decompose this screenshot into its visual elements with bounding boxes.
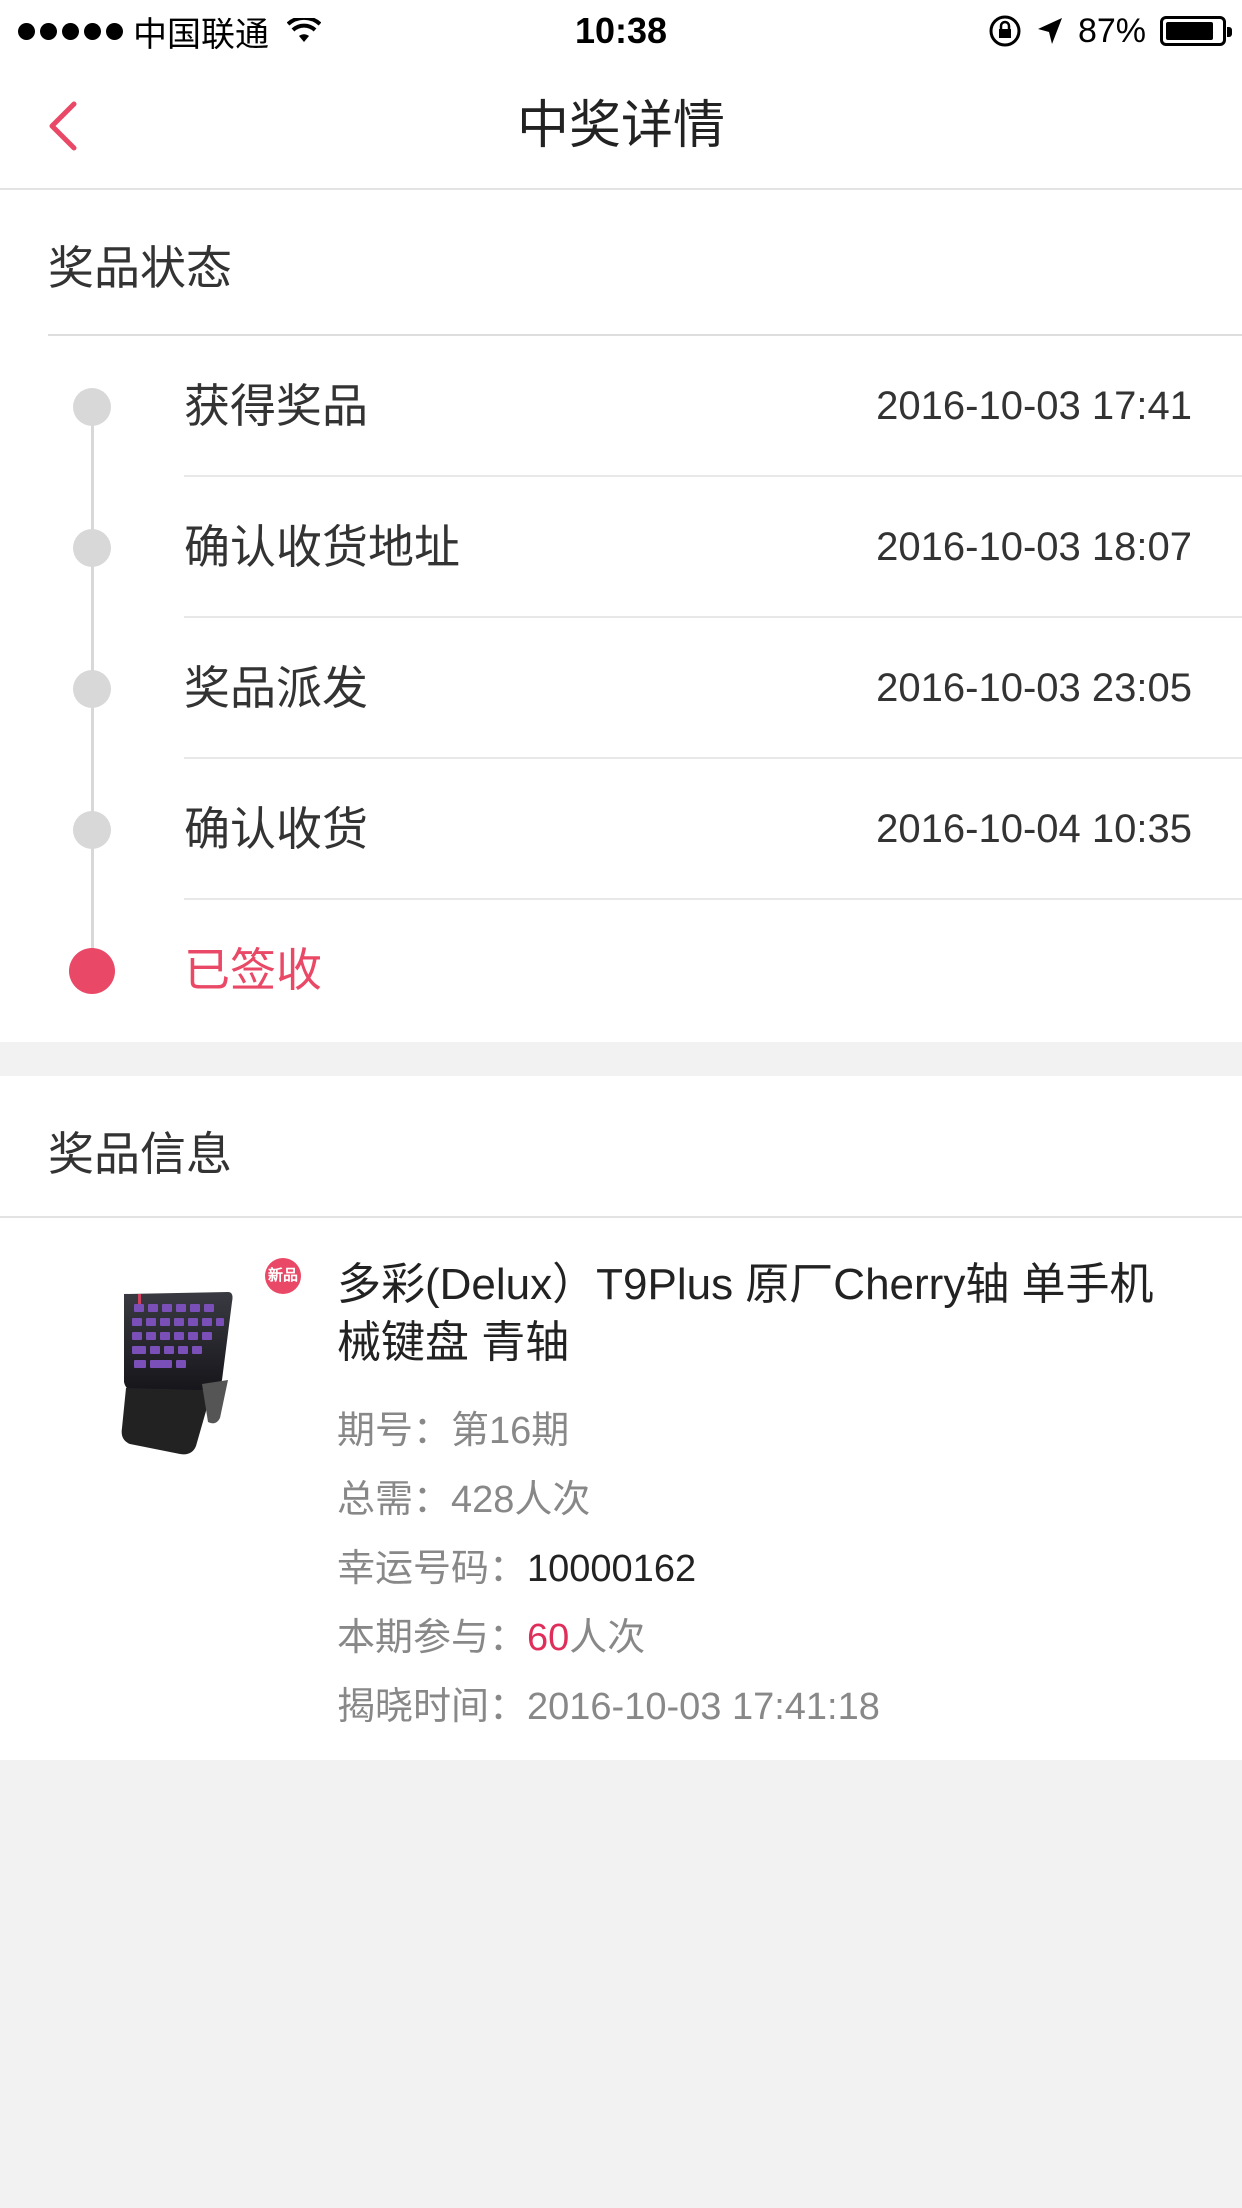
rotation-lock-icon: [989, 15, 1021, 47]
timeline-dot-icon: [73, 388, 111, 426]
timeline-dot-icon: [73, 529, 111, 567]
status-bar-right: 87%: [988, 8, 1232, 54]
participate-unit: 人次: [569, 1617, 646, 1659]
step-label: 确认收货地址: [184, 521, 460, 573]
reveal-label: 揭晓时间：: [337, 1686, 528, 1728]
prize-info-title: 奖品信息: [48, 1128, 232, 1180]
step-label: 确认收货: [184, 803, 368, 855]
navigation-bar: 中奖详情: [0, 62, 1242, 190]
reveal-time-value: 2016-10-03 17:41:18: [527, 1686, 880, 1728]
battery-percent: 87%: [1077, 11, 1146, 50]
prize-info-section: 奖品信息 新品 多彩(Delux）T9Plus 原厂Cherry轴 单手机械键盘…: [0, 1076, 1242, 1760]
prize-status-section: 奖品状态 获得奖品 2016-10-03 17:41 确认收货地址 2016-1…: [0, 190, 1242, 1042]
timeline-dot-icon: [73, 811, 111, 849]
timeline-step-obtained: 获得奖品 2016-10-03 17:41: [0, 336, 1242, 477]
lucky-number-row: 幸运号码：10000162: [337, 1544, 696, 1594]
participate-label: 本期参与：: [337, 1617, 528, 1659]
status-bar: 中国联通 10:38 87%: [0, 0, 1242, 62]
timeline-step-confirm-address: 确认收货地址 2016-10-03 18:07: [0, 477, 1242, 618]
section-divider: [0, 1216, 1242, 1218]
page-title: 中奖详情: [516, 97, 725, 155]
step-label: 获得奖品: [184, 380, 368, 432]
step-label: 已签收: [184, 944, 322, 996]
step-time: 2016-10-04 10:35: [876, 807, 1192, 851]
timeline-active-dot-icon: [69, 948, 115, 994]
location-arrow-icon: [1037, 18, 1062, 44]
step-label: 奖品派发: [184, 662, 368, 714]
battery-icon: [1160, 16, 1232, 46]
product-name[interactable]: 多彩(Delux）T9Plus 原厂Cherry轴 单手机械键盘 青轴: [337, 1256, 1187, 1372]
issue-value: 第16期: [451, 1410, 570, 1452]
lucky-number-value: 10000162: [527, 1548, 697, 1590]
step-time: 2016-10-03 23:05: [876, 666, 1192, 710]
timeline-step-dispatched: 奖品派发 2016-10-03 23:05: [0, 618, 1242, 759]
total-required-row: 总需：428人次: [337, 1475, 590, 1525]
product-image[interactable]: [116, 1288, 236, 1458]
total-label: 总需：: [337, 1479, 452, 1521]
new-product-badge: 新品: [265, 1258, 301, 1294]
participation-row: 本期参与：60人次: [337, 1613, 645, 1663]
timeline-step-confirm-receipt: 确认收货 2016-10-04 10:35: [0, 759, 1242, 900]
issue-label: 期号：: [337, 1410, 452, 1452]
prize-status-title: 奖品状态: [48, 242, 232, 294]
issue-number-row: 期号：第16期: [337, 1406, 569, 1456]
reveal-time-row: 揭晓时间：2016-10-03 17:41:18: [337, 1682, 880, 1732]
lucky-label: 幸运号码：: [337, 1548, 528, 1590]
participate-count: 60: [527, 1617, 570, 1659]
timeline-step-signed: 已签收: [0, 900, 1242, 1041]
total-value: 428人次: [451, 1479, 591, 1521]
step-time: 2016-10-03 18:07: [876, 525, 1192, 569]
timeline-dot-icon: [73, 670, 111, 708]
step-time: 2016-10-03 17:41: [876, 384, 1192, 428]
